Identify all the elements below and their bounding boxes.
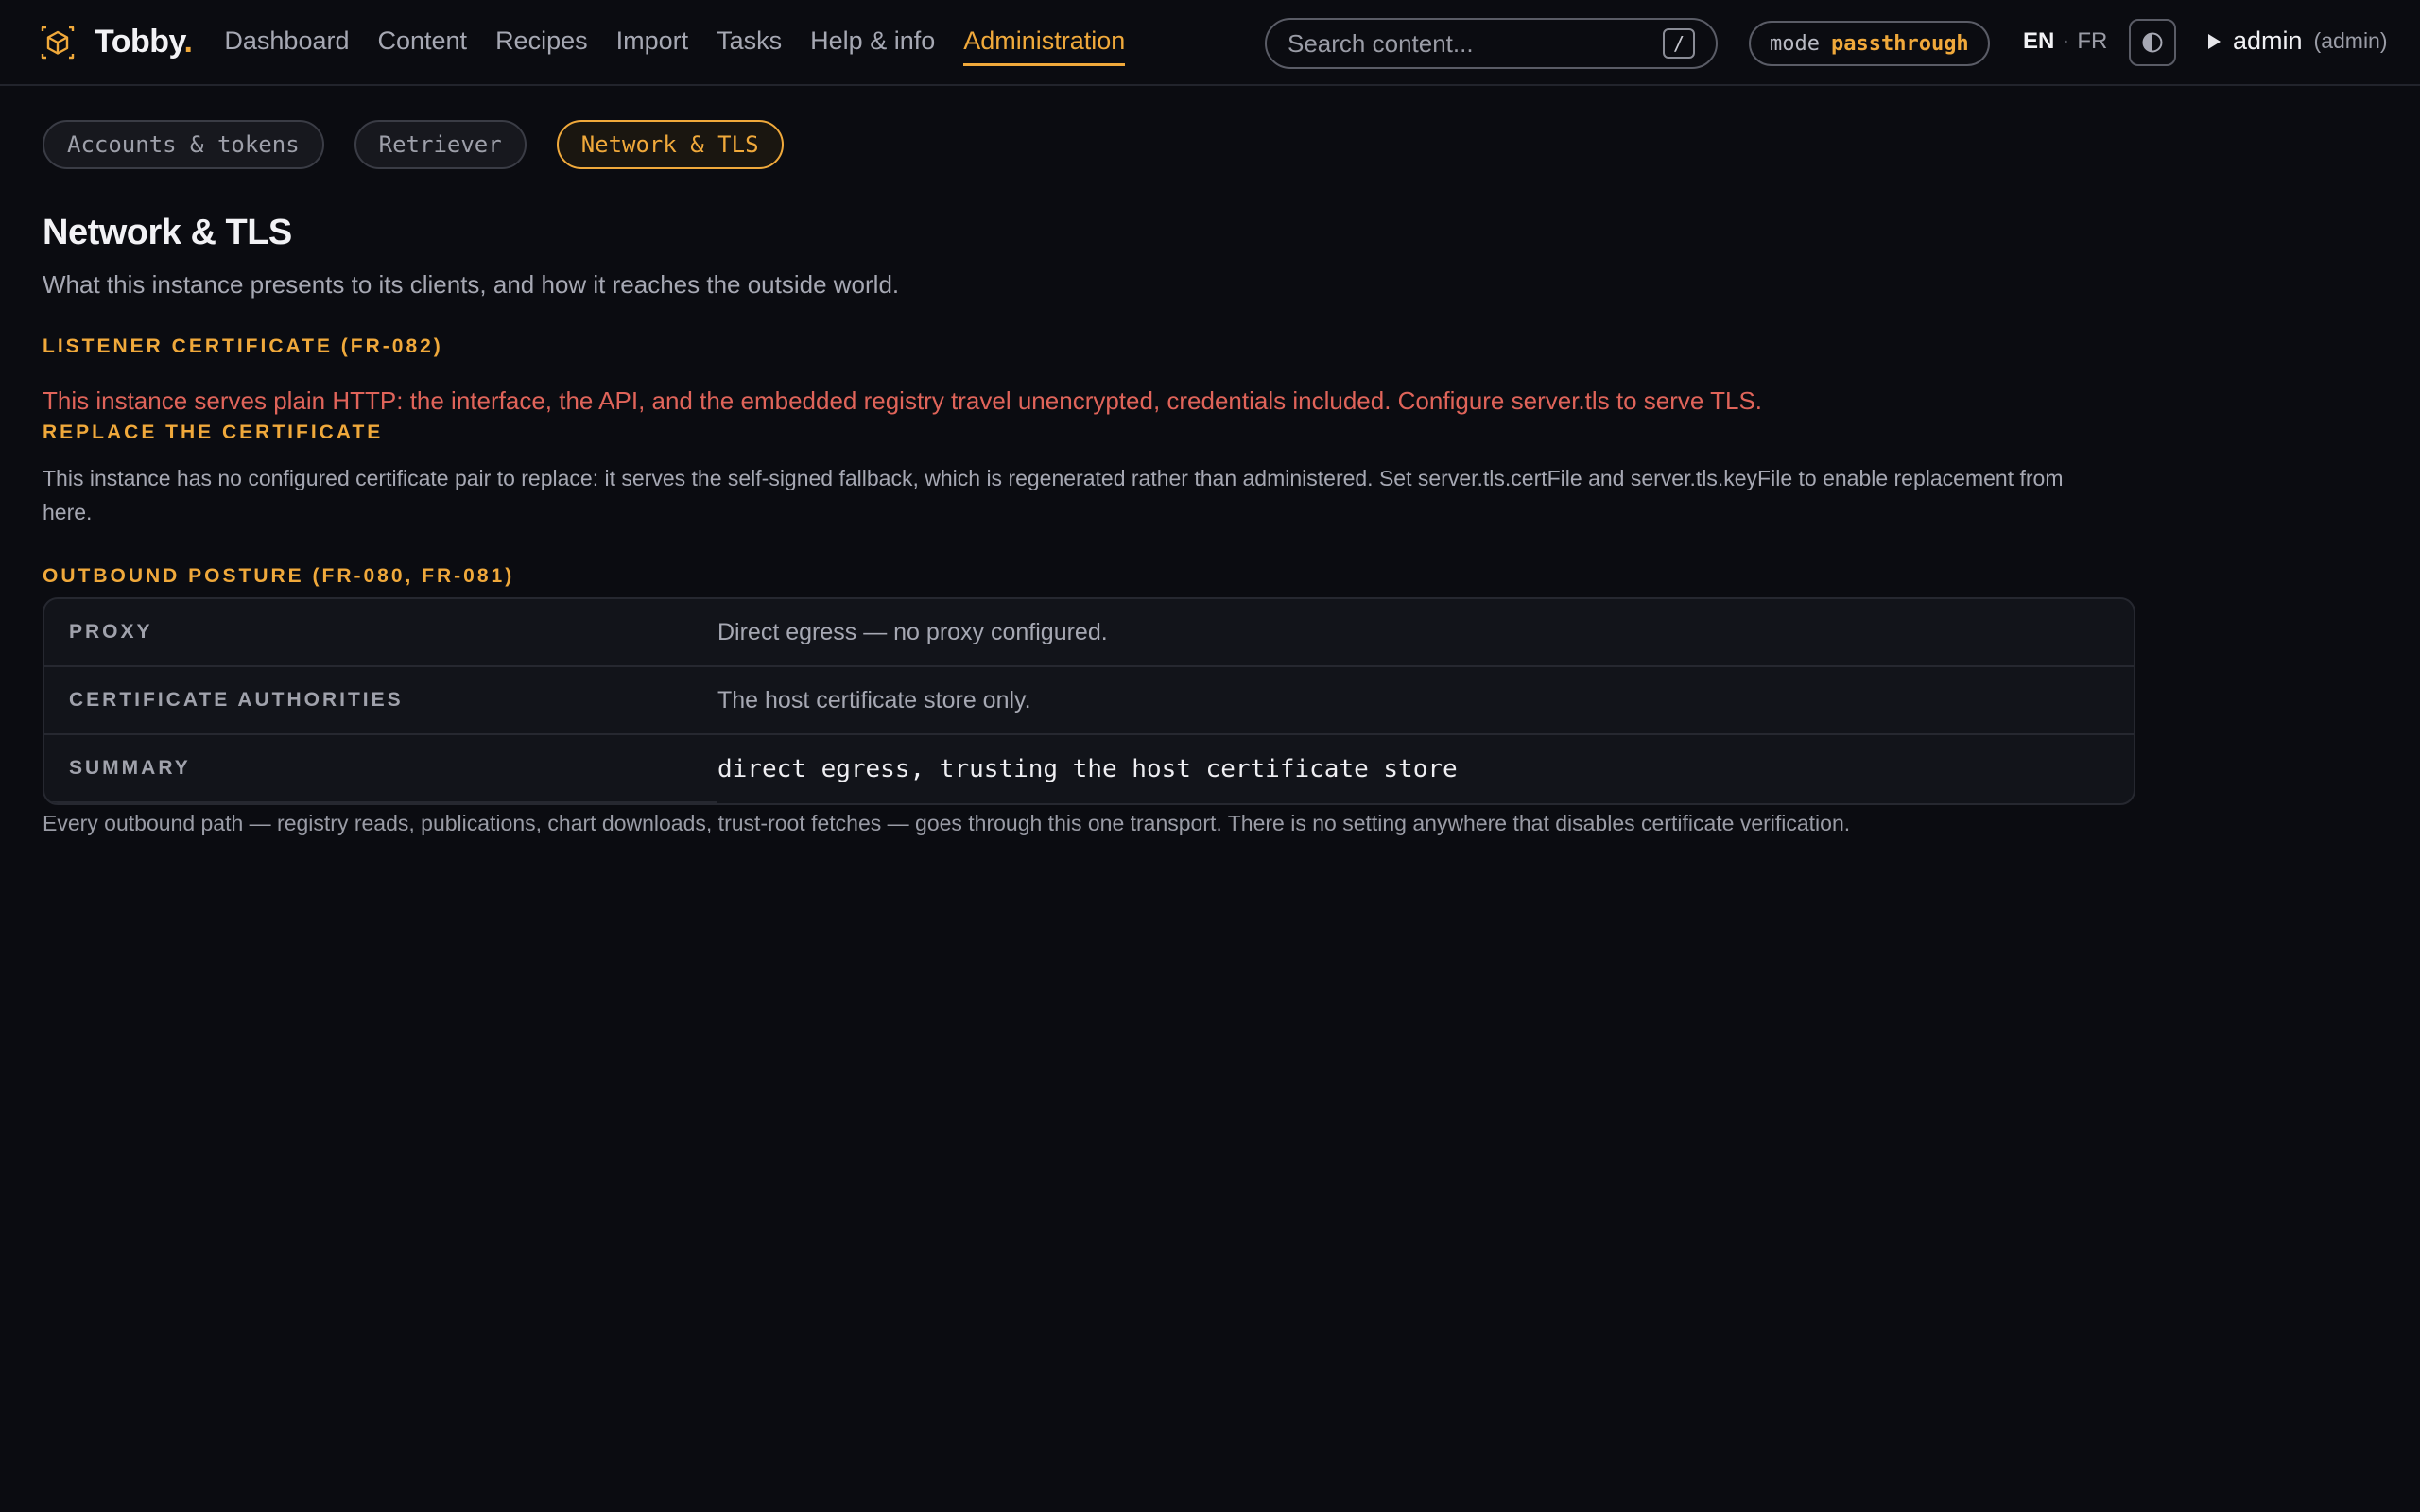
replace-certificate-heading: REPLACE THE CERTIFICATE — [43, 421, 384, 443]
mode-badge[interactable]: mode passthrough — [1749, 21, 1990, 66]
nav-content[interactable]: Content — [377, 19, 467, 66]
search-shortcut-key: / — [1663, 28, 1695, 59]
cube-logo-icon — [41, 26, 75, 59]
nav-help-info[interactable]: Help & info — [810, 19, 935, 66]
listener-certificate-heading: LISTENER CERTIFICATE (FR-082) — [43, 335, 443, 357]
lang-en[interactable]: EN — [2023, 28, 2054, 55]
row-key: SUMMARY — [44, 735, 717, 803]
table-row: SUMMARY direct egress, trusting the host… — [44, 735, 2134, 803]
subtab-retriever[interactable]: Retriever — [354, 120, 527, 169]
plain-http-warning: This instance serves plain HTTP: the int… — [43, 387, 1763, 415]
outbound-posture-table: PROXY Direct egress — no proxy configure… — [43, 597, 2135, 805]
mode-label: mode — [1770, 31, 1820, 56]
row-value: The host certificate store only. — [717, 686, 1031, 713]
admin-subtabs: Accounts & tokens Retriever Network & TL… — [43, 120, 2377, 169]
nav-import[interactable]: Import — [616, 19, 689, 66]
subtab-network-tls[interactable]: Network & TLS — [556, 120, 784, 169]
mode-value: passthrough — [1830, 31, 1969, 56]
page-subtitle: What this instance presents to its clien… — [43, 270, 900, 299]
user-role: (admin) — [2313, 28, 2388, 53]
main-nav: Dashboard Content Recipes Import Tasks H… — [224, 19, 1126, 66]
nav-recipes[interactable]: Recipes — [495, 19, 588, 66]
page-title: Network & TLS — [43, 213, 292, 252]
nav-tasks[interactable]: Tasks — [717, 19, 782, 66]
contrast-icon — [2142, 32, 2163, 53]
search-box: / — [1265, 18, 1718, 69]
language-switcher: EN · FR — [2023, 28, 2107, 55]
row-key: CERTIFICATE AUTHORITIES — [69, 689, 404, 711]
row-key: PROXY — [69, 621, 153, 643]
replace-certificate-text: This instance has no configured certific… — [43, 466, 2064, 524]
search-input[interactable] — [1288, 28, 1663, 59]
outbound-footnote: Every outbound path — registry reads, pu… — [43, 811, 1851, 835]
row-value: direct egress, trusting the host certifi… — [717, 755, 1458, 783]
outbound-posture-heading: OUTBOUND POSTURE (FR-080, FR-081) — [43, 565, 515, 587]
row-value: Direct egress — no proxy configured. — [717, 618, 1108, 645]
user-name: admin — [2233, 26, 2303, 55]
nav-dashboard[interactable]: Dashboard — [224, 19, 349, 66]
lang-fr[interactable]: FR — [2077, 28, 2107, 55]
caret-right-icon — [2208, 33, 2221, 49]
top-bar: Tobby. Dashboard Content Recipes Import … — [0, 0, 2420, 86]
brand-name: Tobby. — [95, 24, 193, 60]
main-content: Accounts & tokens Retriever Network & TL… — [0, 86, 2420, 870]
theme-toggle-button[interactable] — [2129, 19, 2176, 66]
brand[interactable]: Tobby. — [38, 23, 193, 62]
lang-separator: · — [2062, 28, 2070, 54]
table-row: CERTIFICATE AUTHORITIES The host certifi… — [44, 667, 2134, 735]
user-menu[interactable]: admin (admin) — [2206, 26, 2388, 56]
table-row: PROXY Direct egress — no proxy configure… — [44, 599, 2134, 667]
subtab-accounts-tokens[interactable]: Accounts & tokens — [43, 120, 324, 169]
nav-administration[interactable]: Administration — [963, 19, 1126, 66]
